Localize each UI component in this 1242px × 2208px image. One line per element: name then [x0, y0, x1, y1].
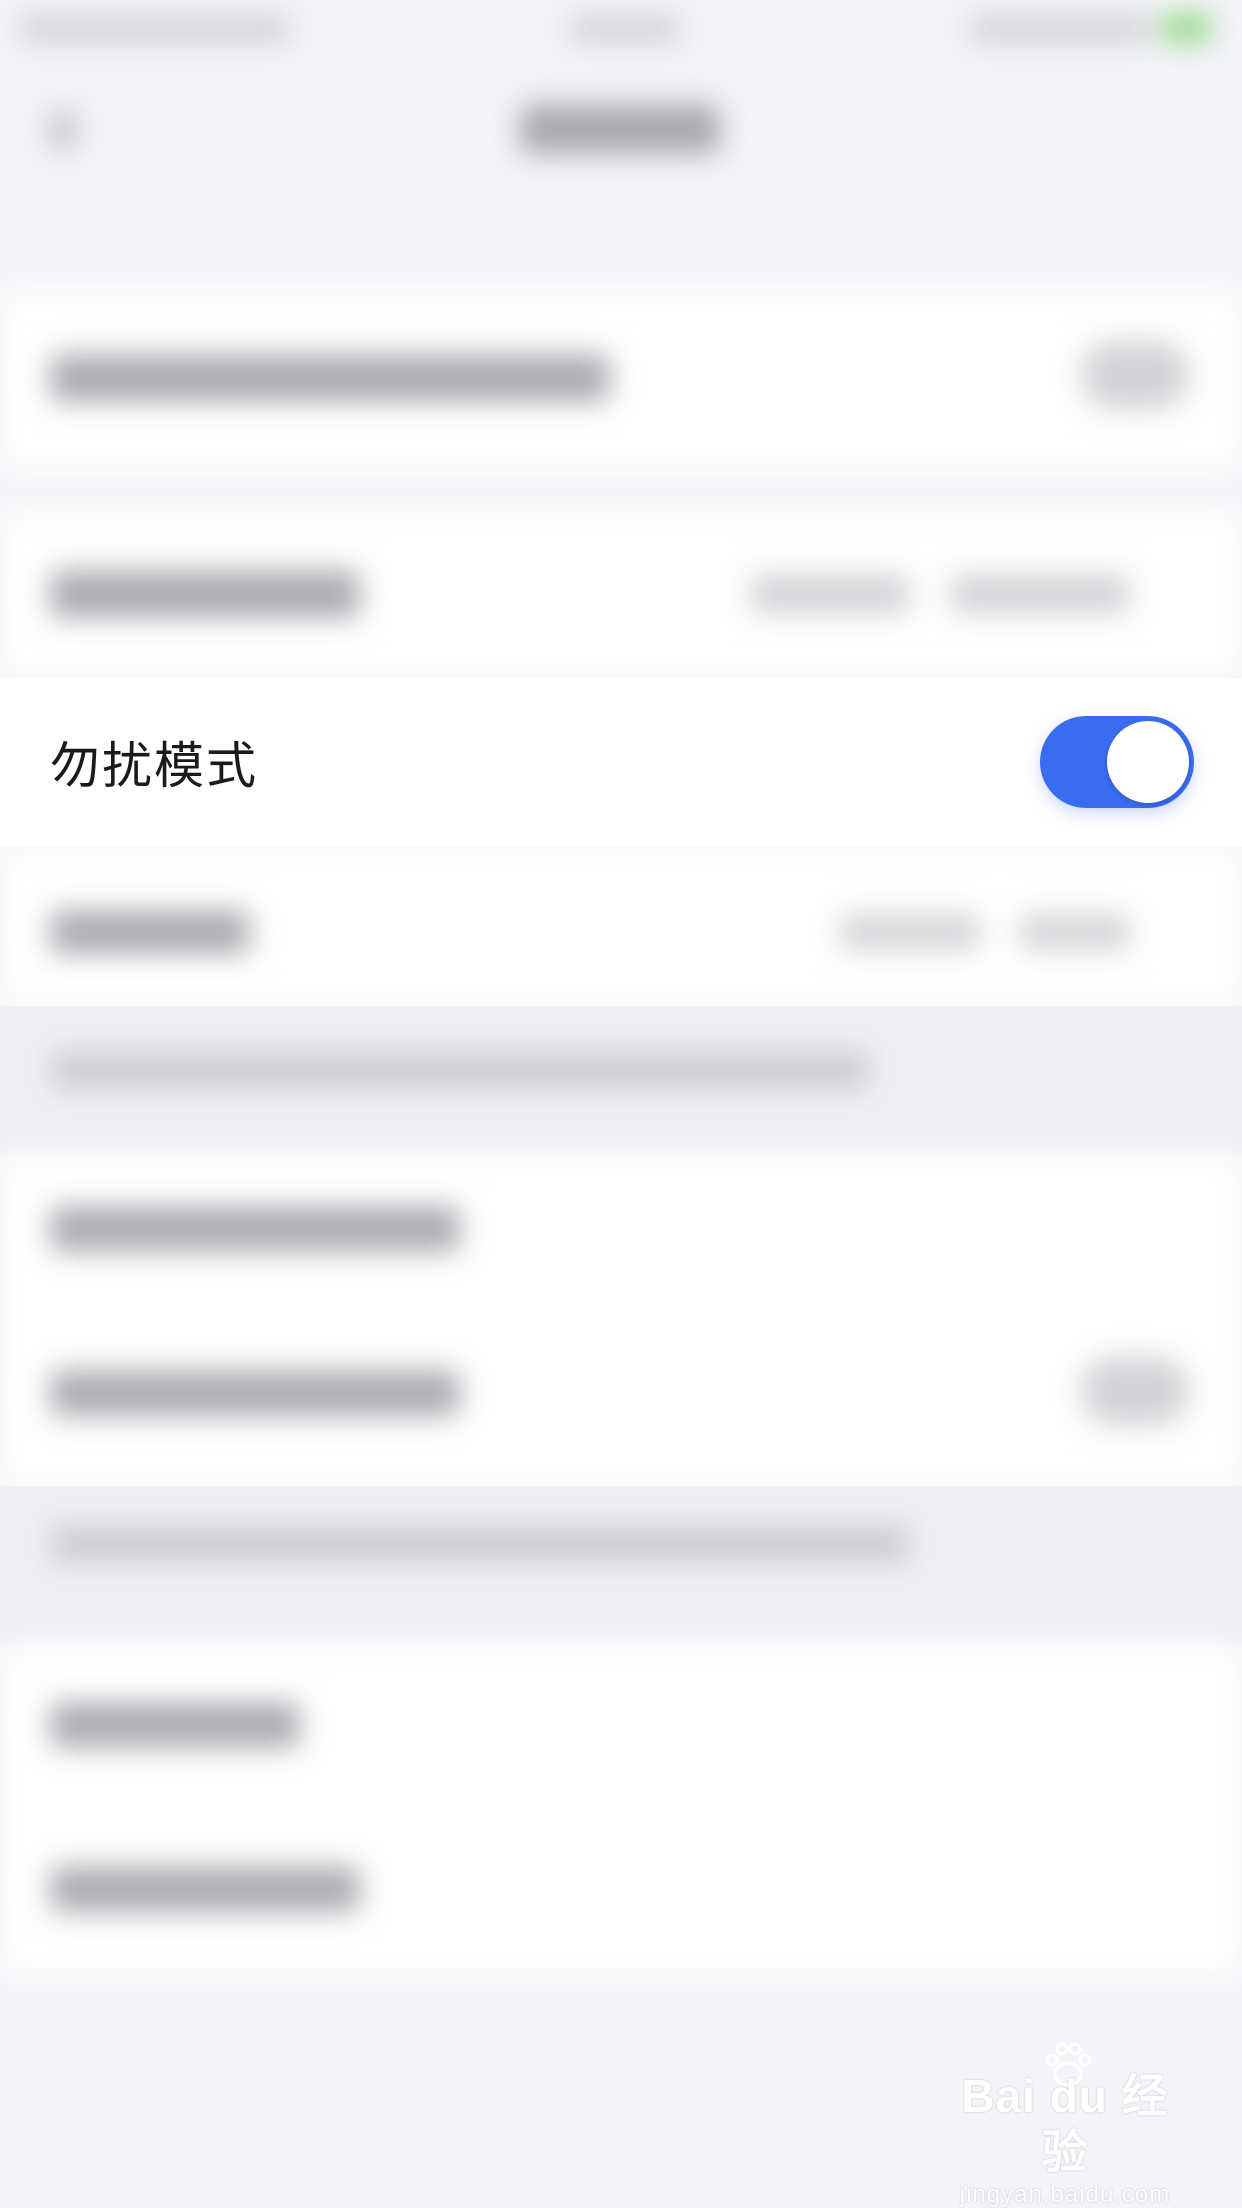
group-footnote: [0, 1006, 1242, 1156]
row-label: [50, 570, 360, 618]
row-value: [840, 914, 980, 950]
chevron-left-icon[interactable]: [50, 110, 76, 150]
row-value: [1020, 914, 1130, 950]
toggle-switch[interactable]: [1080, 340, 1190, 410]
status-bar: [0, 0, 1242, 60]
row-value: [950, 574, 1130, 614]
toggle-knob: [1107, 721, 1189, 803]
settings-row-4[interactable]: [0, 846, 1242, 1006]
settings-screen: 勿扰模式 Bai du 经验 jingyan.baidu.com: [0, 0, 1242, 2208]
row-label: [50, 1866, 360, 1912]
footnote-text: [50, 1524, 910, 1564]
footnote-text: [50, 1050, 870, 1090]
baidu-jingyan-watermark: Bai du 经验 jingyan.baidu.com: [950, 2042, 1180, 2208]
nav-bar: [0, 60, 1242, 260]
row-label: [50, 1702, 300, 1748]
dnd-mode-row[interactable]: 勿扰模式: [0, 678, 1242, 846]
row-label: [50, 1206, 460, 1252]
watermark-url: jingyan.baidu.com: [959, 2181, 1171, 2208]
row-label: [50, 354, 610, 402]
dnd-mode-toggle[interactable]: [1040, 716, 1194, 808]
dnd-mode-label: 勿扰模式: [50, 737, 258, 795]
row-value: [750, 574, 910, 614]
page-title: [520, 104, 720, 154]
row-label: [50, 910, 250, 954]
settings-row-2[interactable]: [0, 510, 1242, 678]
settings-group-2: [0, 1156, 1242, 1486]
group-footnote: [0, 1486, 1242, 1646]
row-label: [50, 1370, 460, 1416]
settings-group-1: [0, 290, 1242, 470]
paw-icon: [1045, 2042, 1092, 2087]
toggle-switch[interactable]: [1080, 1356, 1190, 1426]
settings-group-3: [0, 1646, 1242, 1976]
